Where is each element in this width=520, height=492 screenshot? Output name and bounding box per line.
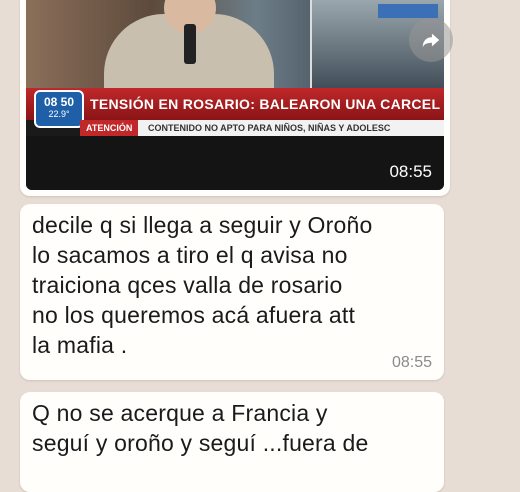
warning-label: ATENCIÓN — [80, 120, 139, 136]
text-message-bubble[interactable]: decile q si llega a seguir y Oroño lo sa… — [20, 204, 444, 380]
text-message-bubble[interactable]: Q no se acerque a Francia y seguí y oroñ… — [20, 392, 444, 492]
channel-clock: 08 50 — [43, 95, 75, 109]
ticker-headline: TENSIÓN EN ROSARIO: BALEARON UNA CARCEL — [90, 96, 441, 112]
warning-text: CONTENIDO NO APTO PARA NIÑOS, NIÑAS Y AD… — [148, 123, 391, 133]
message-time: 08:55 — [391, 354, 432, 371]
chat-view: TENSIÓN EN ROSARIO: BALEARON UNA CARCEL … — [0, 0, 520, 492]
forward-button[interactable] — [409, 18, 453, 62]
video-message-bubble[interactable]: TENSIÓN EN ROSARIO: BALEARON UNA CARCEL … — [20, 0, 450, 196]
video-thumbnail[interactable]: TENSIÓN EN ROSARIO: BALEARON UNA CARCEL … — [26, 0, 444, 190]
message-text: decile q si llega a seguir y Oroño lo sa… — [32, 212, 373, 358]
channel-temperature: 22.9° — [48, 109, 70, 119]
message-text: Q no se acerque a Francia y seguí y oroñ… — [32, 400, 369, 456]
video-message-time: 08:55 — [389, 162, 432, 181]
news-scene-image — [26, 0, 444, 92]
forward-arrow-icon — [422, 33, 440, 48]
news-ticker: TENSIÓN EN ROSARIO: BALEARON UNA CARCEL — [26, 88, 444, 120]
channel-clock-badge: 08 50 22.9° — [34, 90, 84, 128]
content-warning-bar: ATENCIÓN CONTENIDO NO APTO PARA NIÑOS, N… — [80, 120, 444, 136]
